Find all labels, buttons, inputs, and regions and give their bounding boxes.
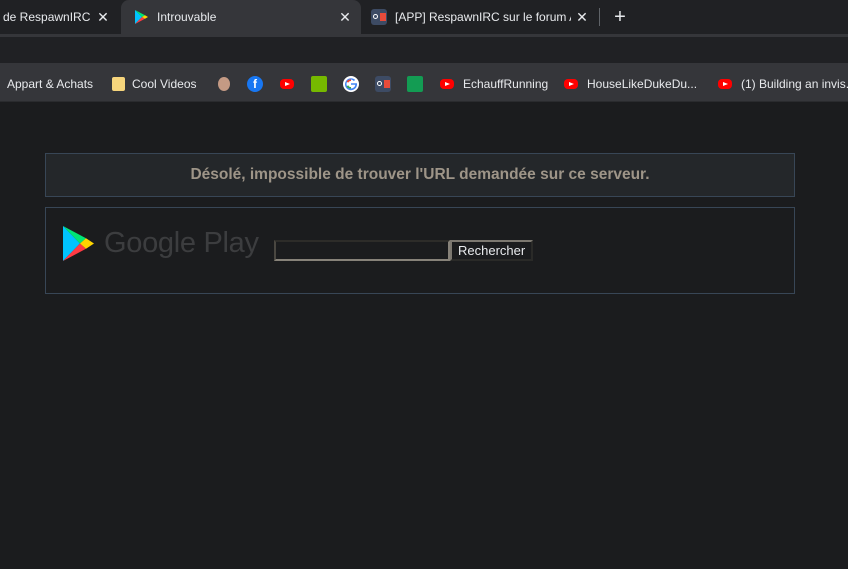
bnp-icon [407, 76, 423, 92]
bookmark-respawnirc[interactable] [375, 66, 391, 102]
tab-title: [APP] RespawnIRC sur le forum A [395, 10, 571, 24]
youtube-icon [718, 79, 732, 89]
search-input[interactable] [274, 240, 450, 261]
toolbar [0, 34, 848, 66]
address-bar[interactable] [0, 37, 848, 63]
tab-respawnirc[interactable]: de RespawnIRC, j ✕ [0, 0, 119, 34]
bookmark-label: HouseLikeDukeDu... [587, 77, 698, 91]
google-icon [343, 76, 359, 92]
avatar-icon [218, 77, 230, 91]
youtube-icon [440, 79, 454, 89]
close-icon[interactable]: ✕ [337, 9, 353, 25]
google-play-icon [62, 225, 95, 262]
google-play-wordmark: Google Play [104, 227, 259, 259]
bookmark-facebook[interactable]: f [247, 66, 263, 102]
youtube-icon [280, 79, 294, 89]
tab-separator [599, 8, 600, 26]
bookmark-nvidia[interactable] [311, 66, 327, 102]
bookmark-echauffrunning[interactable]: EchauffRunning [440, 66, 548, 102]
tab-title: de RespawnIRC, j [3, 10, 91, 24]
error-banner: Désolé, impossible de trouver l'URL dema… [45, 153, 795, 197]
google-play-logo[interactable]: Google Play [62, 225, 259, 262]
bookmark-label: Cool Videos [132, 77, 197, 91]
google-play-icon [133, 9, 149, 25]
tab-introuvable[interactable]: Introuvable ✕ [121, 0, 361, 34]
bookmark-building-an-invis[interactable]: (1) Building an invis... [718, 66, 848, 102]
bookmark-label: EchauffRunning [463, 77, 549, 91]
bookmark-bnp[interactable] [407, 66, 423, 102]
error-message: Désolé, impossible de trouver l'URL dema… [190, 166, 650, 183]
respawnirc-icon [375, 76, 391, 92]
bookmark-houselikedukedu[interactable]: HouseLikeDukeDu... [564, 66, 697, 102]
search-button[interactable]: Rechercher [450, 240, 534, 261]
close-icon[interactable]: ✕ [95, 9, 111, 25]
page-content: Désolé, impossible de trouver l'URL dema… [0, 103, 848, 569]
youtube-icon [564, 79, 578, 89]
tab-strip: de RespawnIRC, j ✕ Introuvable ✕ [APP] R… [0, 0, 848, 34]
bookmark-label: (1) Building an invis... [741, 77, 848, 91]
bookmark-label: Appart & Achats [7, 77, 94, 91]
bookmark-google[interactable] [343, 66, 359, 102]
folder-icon [112, 77, 125, 91]
close-icon[interactable]: ✕ [574, 9, 590, 25]
facebook-icon: f [247, 76, 263, 92]
respawnirc-icon [371, 9, 387, 25]
bookmarks-bar: Appart & Achats Cool Videos f EchauffRun… [0, 66, 848, 102]
tab-forum[interactable]: [APP] RespawnIRC sur le forum A ✕ [362, 0, 598, 34]
search-panel: Google Play Rechercher [45, 207, 795, 294]
tab-title: Introuvable [157, 10, 217, 24]
bookmark-appart-achats[interactable]: Appart & Achats [7, 66, 93, 102]
bookmark-avatar[interactable] [218, 66, 230, 102]
bookmark-youtube[interactable] [280, 66, 294, 102]
nvidia-icon [311, 76, 327, 92]
new-tab-button[interactable]: + [610, 7, 630, 27]
bookmark-folder-cool-videos[interactable]: Cool Videos [112, 66, 197, 102]
